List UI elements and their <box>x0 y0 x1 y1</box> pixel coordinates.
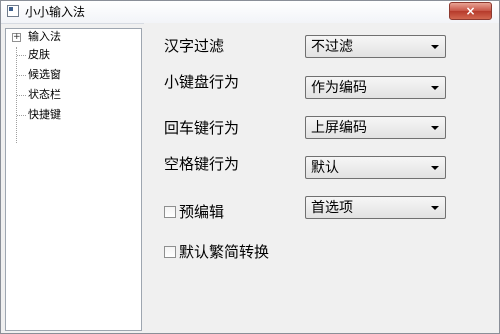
pre-edit-checkbox[interactable] <box>164 206 176 218</box>
tree-item-hotkeys[interactable]: 快捷键 <box>17 108 61 122</box>
pre-edit-label: 预编辑 <box>179 203 225 221</box>
title-bar[interactable]: 小小输入法 × <box>1 1 499 24</box>
dropdown-arrow-icon <box>431 86 439 90</box>
keypad-behavior-value: 作为编码 <box>311 80 367 96</box>
app-window: 小小输入法 × + 输入法 皮肤 候选窗 状态栏 快捷键 汉字过滤 不过滤 小键… <box>0 0 500 334</box>
window-title: 小小输入法 <box>25 5 86 19</box>
dropdown-arrow-icon <box>431 206 439 210</box>
app-icon <box>7 5 19 17</box>
tree-item-label: 状态栏 <box>28 88 61 101</box>
tree-item-candidate-window[interactable]: 候选窗 <box>17 68 61 82</box>
expand-icon[interactable]: + <box>12 33 21 42</box>
enter-behavior-label: 回车键行为 <box>164 119 240 137</box>
keypad-behavior-label: 小键盘行为 <box>164 73 240 91</box>
close-button[interactable]: × <box>449 2 492 20</box>
settings-panel: 汉字过滤 不过滤 小键盘行为 作为编码 回车键行为 上屏编码 空格键行为 默认 … <box>144 23 499 333</box>
tree-item-skin[interactable]: 皮肤 <box>17 48 50 62</box>
dropdown-arrow-icon <box>431 45 439 49</box>
tree-item-label: 输入法 <box>28 30 61 43</box>
pre-edit-value: 首选项 <box>311 200 353 216</box>
tree-branch-line <box>17 55 26 56</box>
default-traditional-label: 默认繁简转换 <box>179 243 270 261</box>
space-behavior-value: 默认 <box>311 160 339 176</box>
tree-item-label: 皮肤 <box>28 48 50 61</box>
tree-item-label: 快捷键 <box>28 108 61 121</box>
enter-behavior-value: 上屏编码 <box>311 120 367 136</box>
pre-edit-select[interactable]: 首选项 <box>305 196 446 219</box>
settings-tree[interactable]: + 输入法 皮肤 候选窗 状态栏 快捷键 <box>5 28 142 331</box>
hanzi-filter-value: 不过滤 <box>311 39 353 55</box>
hanzi-filter-label: 汉字过滤 <box>164 37 225 55</box>
dropdown-arrow-icon <box>431 126 439 130</box>
enter-behavior-select[interactable]: 上屏编码 <box>305 116 446 139</box>
space-behavior-label: 空格键行为 <box>164 155 240 173</box>
keypad-behavior-select[interactable]: 作为编码 <box>305 76 446 99</box>
space-behavior-select[interactable]: 默认 <box>305 156 446 179</box>
hanzi-filter-select[interactable]: 不过滤 <box>305 35 446 58</box>
tree-branch-line <box>17 95 26 96</box>
default-traditional-checkbox[interactable] <box>164 246 176 258</box>
dropdown-arrow-icon <box>431 166 439 170</box>
tree-item-input-method[interactable]: 输入法 <box>28 30 61 44</box>
tree-branch-line <box>17 115 26 116</box>
tree-branch-line <box>17 75 26 76</box>
tree-item-label: 候选窗 <box>28 68 61 81</box>
tree-item-status-bar[interactable]: 状态栏 <box>17 88 61 102</box>
